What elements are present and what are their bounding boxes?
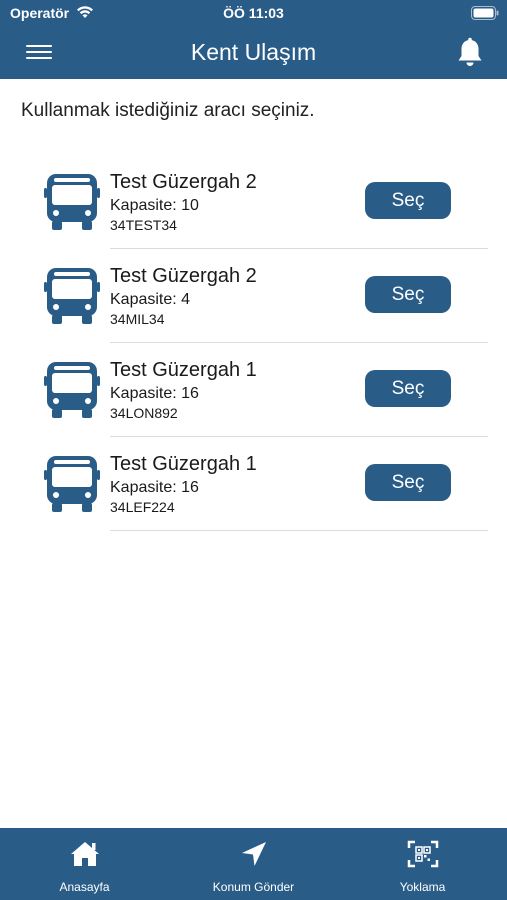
bus-icon	[44, 456, 100, 512]
bottom-tab-bar: Anasayfa Konum Gönder Yoklama	[0, 828, 507, 900]
capacity-text: Kapasite: 16	[110, 479, 199, 496]
plate-number: 34TEST34	[110, 217, 177, 233]
status-bar: Operatör ÖÖ 11:03	[0, 0, 507, 28]
tab-attendance[interactable]: Yoklama	[338, 828, 507, 900]
vehicle-row: Test Güzergah 2 Kapasite: 4 34MIL34 Seç	[0, 249, 507, 343]
plate-number: 34MIL34	[110, 311, 165, 327]
home-icon	[70, 842, 99, 866]
instruction-text: Kullanmak istediğiniz aracı seçiniz.	[21, 100, 315, 121]
capacity-text: Kapasite: 16	[110, 385, 199, 402]
tab-label: Konum Gönder	[212, 880, 295, 894]
plate-number: 34LON892	[110, 405, 178, 421]
route-name: Test Güzergah 1	[110, 453, 257, 475]
route-name: Test Güzergah 2	[110, 265, 257, 287]
bus-icon	[44, 174, 100, 230]
route-name: Test Güzergah 2	[110, 171, 257, 193]
top-bar: Operatör ÖÖ 11:03 Kent Ulaşım	[0, 0, 507, 79]
capacity-text: Kapasite: 10	[110, 197, 199, 214]
vehicle-list: Test Güzergah 2 Kapasite: 10 34TEST34 Se…	[0, 155, 507, 531]
tab-send-location[interactable]: Konum Gönder	[169, 828, 338, 900]
vehicle-row: Test Güzergah 1 Kapasite: 16 34LEF224 Se…	[0, 437, 507, 531]
select-button[interactable]: Seç	[365, 464, 451, 501]
select-button[interactable]: Seç	[365, 182, 451, 219]
bell-icon	[458, 37, 482, 66]
select-button[interactable]: Seç	[365, 370, 451, 407]
plate-number: 34LEF224	[110, 499, 175, 515]
notifications-button[interactable]	[455, 37, 485, 69]
tab-home[interactable]: Anasayfa	[0, 828, 169, 900]
status-time: ÖÖ 11:03	[223, 5, 284, 21]
page-title: Kent Ulaşım	[190, 39, 317, 65]
qr-scan-icon	[407, 840, 438, 868]
vehicle-row: Test Güzergah 2 Kapasite: 10 34TEST34 Se…	[0, 155, 507, 249]
location-arrow-icon	[241, 842, 266, 866]
battery-icon	[471, 6, 499, 20]
capacity-text: Kapasite: 4	[110, 291, 191, 308]
select-button[interactable]: Seç	[365, 276, 451, 313]
vehicle-row: Test Güzergah 1 Kapasite: 16 34LON892 Se…	[0, 343, 507, 437]
tab-label: Anasayfa	[59, 880, 110, 894]
tab-label: Yoklama	[399, 880, 446, 894]
navigation-bar: Kent Ulaşım	[0, 28, 507, 79]
bus-icon	[44, 268, 100, 324]
route-name: Test Güzergah 1	[110, 359, 257, 381]
bus-icon	[44, 362, 100, 418]
row-divider	[110, 530, 488, 531]
